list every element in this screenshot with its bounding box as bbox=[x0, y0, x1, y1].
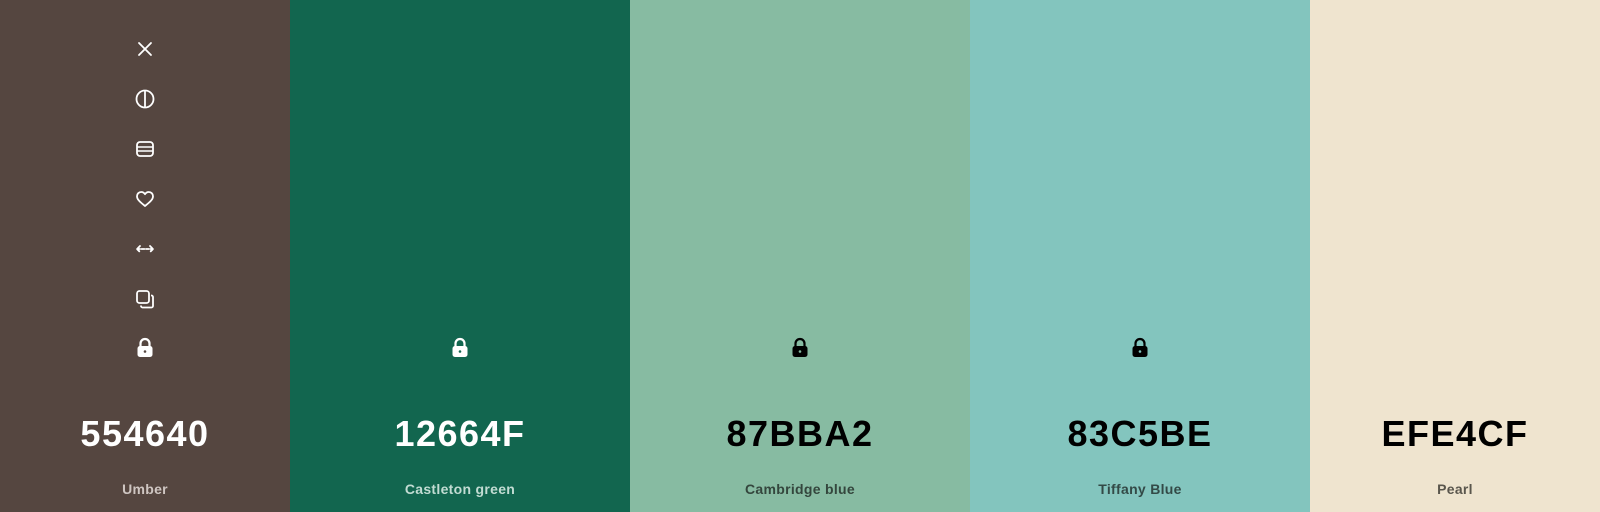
hex-code[interactable]: 554640 bbox=[0, 412, 290, 456]
color-name[interactable]: Umber bbox=[0, 480, 290, 498]
color-name[interactable]: Cambridge blue bbox=[630, 480, 970, 498]
save-color-button[interactable] bbox=[132, 186, 158, 212]
heart-icon bbox=[136, 191, 154, 207]
color-name[interactable]: Tiffany Blue bbox=[970, 480, 1310, 498]
hex-code[interactable]: 87BBA2 bbox=[630, 412, 970, 456]
lock-icon bbox=[1132, 337, 1148, 357]
copy-hex-button[interactable] bbox=[132, 286, 158, 312]
copy-icon bbox=[136, 290, 154, 309]
color-name[interactable]: Pearl bbox=[1310, 480, 1600, 498]
swatch-pearl[interactable]: EFE4CF Pearl bbox=[1310, 0, 1600, 512]
swatch-cambridge-blue[interactable]: 87BBA2 Cambridge blue bbox=[630, 0, 970, 512]
swatch-umber[interactable]: 554640 Umber bbox=[0, 0, 290, 512]
lock-icon bbox=[792, 337, 808, 357]
hex-code[interactable]: 83C5BE bbox=[970, 412, 1310, 456]
drag-button[interactable] bbox=[132, 236, 158, 262]
swatch-toolbar bbox=[0, 36, 290, 336]
view-shades-button[interactable] bbox=[132, 136, 158, 162]
hex-code[interactable]: EFE4CF bbox=[1310, 412, 1600, 456]
lock-toggle-button[interactable] bbox=[1127, 335, 1153, 361]
color-name[interactable]: Castleton green bbox=[290, 480, 630, 498]
color-palette: 554640 Umber 12664F Castleton green 87BB… bbox=[0, 0, 1600, 512]
lock-icon bbox=[137, 337, 153, 357]
lock-toggle-button[interactable] bbox=[447, 335, 473, 361]
hex-code[interactable]: 12664F bbox=[290, 412, 630, 456]
swatch-castleton-green[interactable]: 12664F Castleton green bbox=[290, 0, 630, 512]
lock-toggle-button[interactable] bbox=[787, 335, 813, 361]
close-icon bbox=[138, 42, 152, 56]
shades-icon bbox=[136, 141, 154, 157]
contrast-icon bbox=[135, 89, 155, 109]
contrast-button[interactable] bbox=[132, 86, 158, 112]
lock-toggle-button[interactable] bbox=[132, 335, 158, 361]
remove-color-button[interactable] bbox=[132, 36, 158, 62]
swatch-tiffany-blue[interactable]: 83C5BE Tiffany Blue bbox=[970, 0, 1310, 512]
drag-arrows-icon bbox=[136, 245, 154, 253]
lock-icon bbox=[452, 337, 468, 357]
